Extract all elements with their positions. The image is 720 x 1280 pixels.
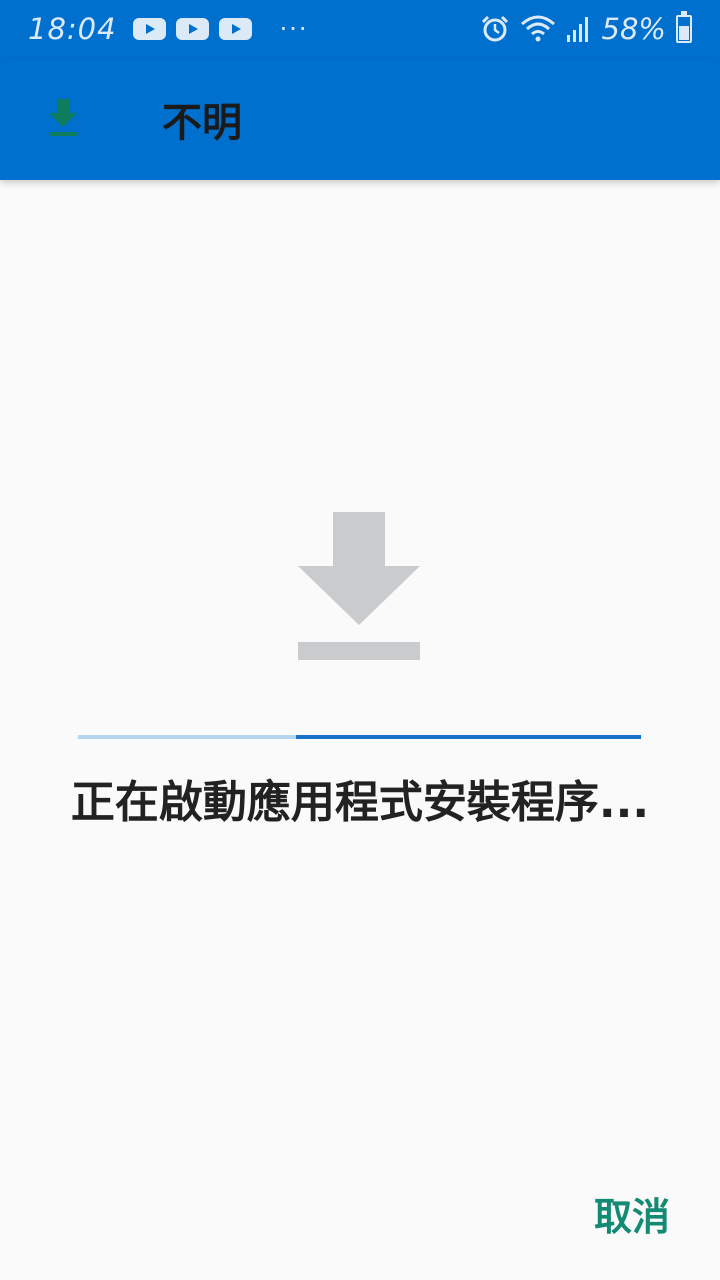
cancel-button[interactable]: 取消	[594, 1182, 670, 1245]
youtube-icon	[175, 18, 209, 40]
youtube-icon	[132, 18, 166, 40]
status-right: 58%	[480, 11, 692, 46]
app-title: 不明	[162, 100, 242, 146]
download-icon	[298, 512, 420, 660]
battery-percentage: 58%	[601, 12, 666, 46]
battery-icon	[676, 11, 692, 43]
download-icon	[49, 99, 77, 136]
progress-indicator	[296, 735, 641, 739]
signal-icon	[566, 17, 588, 42]
wifi-icon	[520, 15, 555, 42]
status-left: 18:04 ···	[28, 12, 308, 46]
alarm-icon	[481, 15, 508, 42]
more-notifications-icon: ···	[279, 15, 309, 43]
status-time: 18:04	[28, 12, 117, 46]
app-bar: 不明	[0, 58, 720, 180]
status-bar: 18:04 ··· 58%	[0, 0, 720, 58]
youtube-icon	[218, 18, 252, 40]
status-message: 正在啟動應用程式安裝程序...	[70, 777, 650, 828]
